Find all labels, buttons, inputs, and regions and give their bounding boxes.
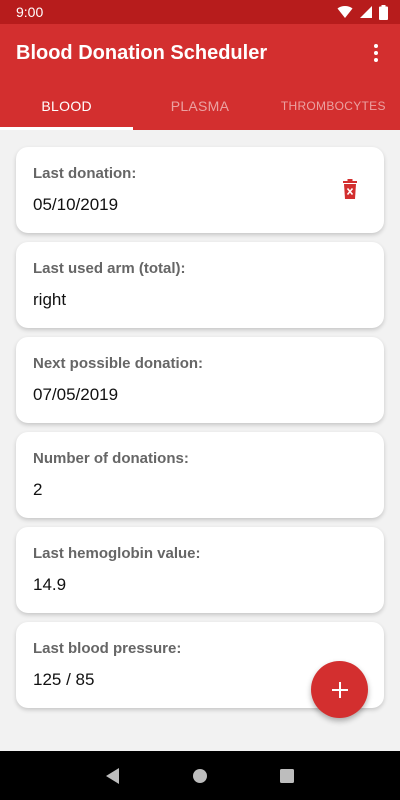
card-next-possible-donation[interactable]: Next possible donation: 07/05/2019: [16, 337, 384, 423]
card-label: Last blood pressure:: [33, 640, 182, 657]
system-nav-bar: [0, 751, 400, 800]
status-time: 9:00: [16, 4, 44, 20]
card-value: 07/05/2019: [33, 385, 119, 404]
plus-icon: [331, 681, 348, 698]
card-value: 05/10/2019: [33, 195, 119, 214]
add-button[interactable]: [311, 661, 368, 718]
card-number-of-donations[interactable]: Number of donations: 2: [16, 432, 384, 518]
card-label: Last hemoglobin value:: [33, 545, 201, 562]
card-label: Number of donations:: [33, 450, 189, 467]
home-icon[interactable]: [188, 764, 212, 788]
tab-blood[interactable]: BLOOD: [0, 82, 134, 130]
status-bar: 9:00: [0, 0, 400, 24]
status-icons: [337, 4, 388, 20]
card-value: 2: [33, 480, 43, 499]
card-last-donation[interactable]: Last donation: 05/10/2019: [16, 147, 384, 233]
card-label: Last donation:: [33, 165, 137, 182]
card-value: right: [33, 290, 67, 309]
tab-bar: BLOOD PLASMA THROMBOCYTES: [0, 82, 400, 130]
tab-plasma[interactable]: PLASMA: [133, 82, 266, 130]
card-value: 14.9: [33, 575, 67, 594]
card-label: Next possible donation:: [33, 355, 204, 372]
signal-icon: [360, 6, 372, 18]
trash-icon[interactable]: [342, 179, 358, 199]
battery-icon: [379, 4, 388, 20]
app-title: Blood Donation Scheduler: [16, 41, 268, 64]
wifi-icon: [337, 6, 353, 19]
back-icon[interactable]: [101, 764, 125, 788]
more-vert-icon[interactable]: [360, 33, 392, 73]
app-bar: Blood Donation Scheduler: [0, 24, 400, 82]
card-last-hemoglobin[interactable]: Last hemoglobin value: 14.9: [16, 527, 384, 613]
card-last-used-arm[interactable]: Last used arm (total): right: [16, 242, 384, 328]
card-list: Last donation: 05/10/2019 Last used arm …: [0, 130, 400, 751]
recents-icon[interactable]: [275, 764, 299, 788]
tab-thrombocytes[interactable]: THROMBOCYTES: [267, 82, 400, 130]
card-label: Last used arm (total):: [33, 260, 186, 277]
